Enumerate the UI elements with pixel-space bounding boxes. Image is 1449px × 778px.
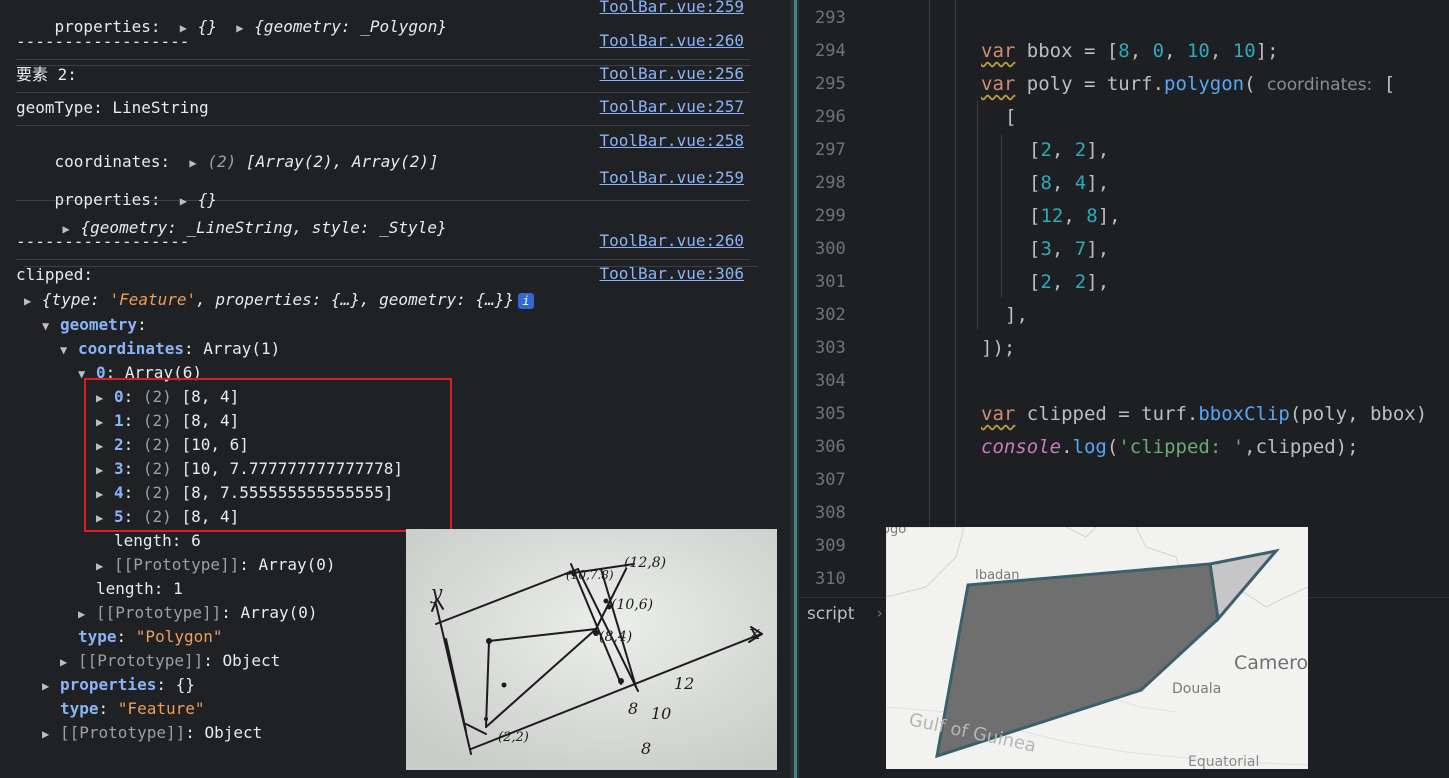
code-line-295: var poly = turf.polygon( coordinates: [	[981, 73, 1396, 95]
expand-triangle-icon[interactable]: ▼	[42, 316, 60, 336]
line-number: 309	[815, 536, 846, 556]
sketch-label: (8,4)	[599, 629, 632, 645]
map-label: Camero	[1234, 652, 1308, 674]
panel-divider[interactable]	[790, 0, 799, 778]
expand-triangle-icon[interactable]: ▶	[24, 291, 42, 311]
sketch-label: y	[430, 580, 443, 604]
source-link[interactable]: ToolBar.vue:256	[600, 64, 745, 84]
tree-node-coordinates[interactable]: ▼ coordinates: Array(1)	[60, 339, 280, 360]
expand-triangle-icon[interactable]: ▶	[42, 676, 60, 696]
code-line-303: ]);	[981, 337, 1016, 359]
line-number-gutter: 293 294 295 296 297 298 299 300 301 302 …	[799, 0, 929, 600]
line-number: 295	[815, 74, 846, 94]
tree-feature-type: type: "Feature"	[60, 699, 205, 718]
sketch-label: 10	[651, 704, 671, 723]
source-link[interactable]: ToolBar.vue:260	[600, 231, 745, 251]
expand-triangle-icon[interactable]: ▶	[60, 652, 78, 672]
tree-prototype[interactable]: ▶ [[Prototype]]: Array(0)	[78, 603, 318, 624]
map-view[interactable]: ogo Ibadan Camero Douala Equatorial Gulf…	[886, 527, 1308, 769]
breadcrumb-script[interactable]: script	[807, 604, 854, 624]
source-link[interactable]: ToolBar.vue:257	[600, 97, 745, 117]
code-line-294: var bbox = [8, 0, 10, 10];	[981, 40, 1279, 62]
line-number: 307	[815, 470, 846, 490]
map-label: Ibadan	[975, 568, 1020, 583]
code-line-302: ],	[1005, 304, 1028, 326]
sketch-label: (10,6)	[611, 597, 653, 613]
sketch-drawing: y x (10,7.8) (12,8) (10,6) (8,4) (2,2) 8…	[406, 529, 777, 770]
line-number: 310	[815, 569, 846, 589]
tree-prototype[interactable]: ▶ [[Prototype]]: Object	[60, 651, 280, 672]
line-number: 297	[815, 140, 846, 160]
code-line-300: [3, 7],	[1029, 238, 1110, 260]
code-line-296: [	[1005, 106, 1017, 128]
sketch-label: 12	[674, 674, 694, 693]
expand-triangle-icon[interactable]: ▶	[78, 604, 96, 624]
source-link[interactable]: ToolBar.vue:259	[600, 168, 745, 188]
sketch-label: (12,8)	[624, 555, 666, 571]
source-link[interactable]: ToolBar.vue:259	[600, 0, 745, 17]
tree-type: type: "Polygon"	[78, 627, 223, 646]
line-number: 308	[815, 503, 846, 523]
line-number: 304	[815, 371, 846, 391]
indent-guide	[1001, 134, 1002, 298]
tree-properties[interactable]: ▶ properties: {}	[42, 675, 195, 696]
expand-triangle-icon[interactable]: ▼	[60, 340, 78, 360]
line-number: 296	[815, 107, 846, 127]
code-line-305: var clipped = turf.bboxClip(poly, bbox)	[981, 403, 1428, 425]
info-icon[interactable]: i	[518, 292, 535, 309]
row-prefix: coordinates:	[54, 152, 171, 171]
map-label: Douala	[1172, 681, 1221, 697]
code-line-299: [12, 8],	[1029, 205, 1121, 227]
map-label: Equatorial	[1188, 754, 1259, 769]
line-number: 306	[815, 437, 846, 457]
line-number: 294	[815, 41, 846, 61]
source-link[interactable]: ToolBar.vue:306	[600, 264, 745, 284]
line-number: 302	[815, 305, 846, 325]
expand-triangle-icon[interactable]: ▶	[96, 556, 114, 576]
sketch-label: x	[749, 620, 760, 644]
line-number: 300	[815, 239, 846, 259]
code-line-297: [2, 2],	[1029, 139, 1110, 161]
line-number: 305	[815, 404, 846, 424]
tree-root[interactable]: ▶ {type: 'Feature', properties: {…}, geom…	[24, 290, 535, 311]
tree-prototype[interactable]: ▶ [[Prototype]]: Object	[42, 723, 262, 744]
indent-guide	[955, 0, 956, 600]
red-highlight-box	[84, 378, 452, 532]
code-line-301: [2, 2],	[1029, 271, 1110, 293]
array-preview[interactable]: (2) [Array(2), Array(2)]	[207, 152, 438, 171]
tree-length: length: 6	[114, 531, 201, 550]
tree-length: length: 1	[96, 579, 183, 598]
indent-guide	[929, 0, 930, 600]
tree-node-geometry[interactable]: ▼ geometry:	[42, 315, 147, 336]
sketch-label: (2,2)	[498, 730, 529, 745]
map-canvas[interactable]: ogo Ibadan Camero Douala Equatorial Gulf…	[886, 527, 1308, 769]
line-number: 298	[815, 173, 846, 193]
line-number: 303	[815, 338, 846, 358]
source-link[interactable]: ToolBar.vue:260	[600, 31, 745, 51]
chevron-right-icon: ›	[875, 604, 885, 622]
tree-prototype[interactable]: ▶ [[Prototype]]: Array(0)	[96, 555, 336, 576]
sketch-label: 8	[641, 739, 651, 758]
map-label: ogo	[886, 527, 906, 537]
sketch-label: (10,7.8)	[566, 568, 614, 582]
sketch-label: 8	[628, 699, 638, 718]
source-link[interactable]: ToolBar.vue:258	[600, 131, 745, 151]
sketch-photo: y x (10,7.8) (12,8) (10,6) (8,4) (2,2) 8…	[406, 529, 777, 770]
parameter-hint: coordinates:	[1267, 75, 1373, 95]
code-line-298: [8, 4],	[1029, 172, 1110, 194]
code-line-306: console.log('clipped: ',clipped);	[981, 436, 1359, 458]
indent-guide	[977, 100, 978, 330]
line-number: 299	[815, 206, 846, 226]
line-number: 301	[815, 272, 846, 292]
expand-triangle-icon[interactable]: ▶	[42, 724, 60, 744]
line-number: 293	[815, 8, 846, 28]
